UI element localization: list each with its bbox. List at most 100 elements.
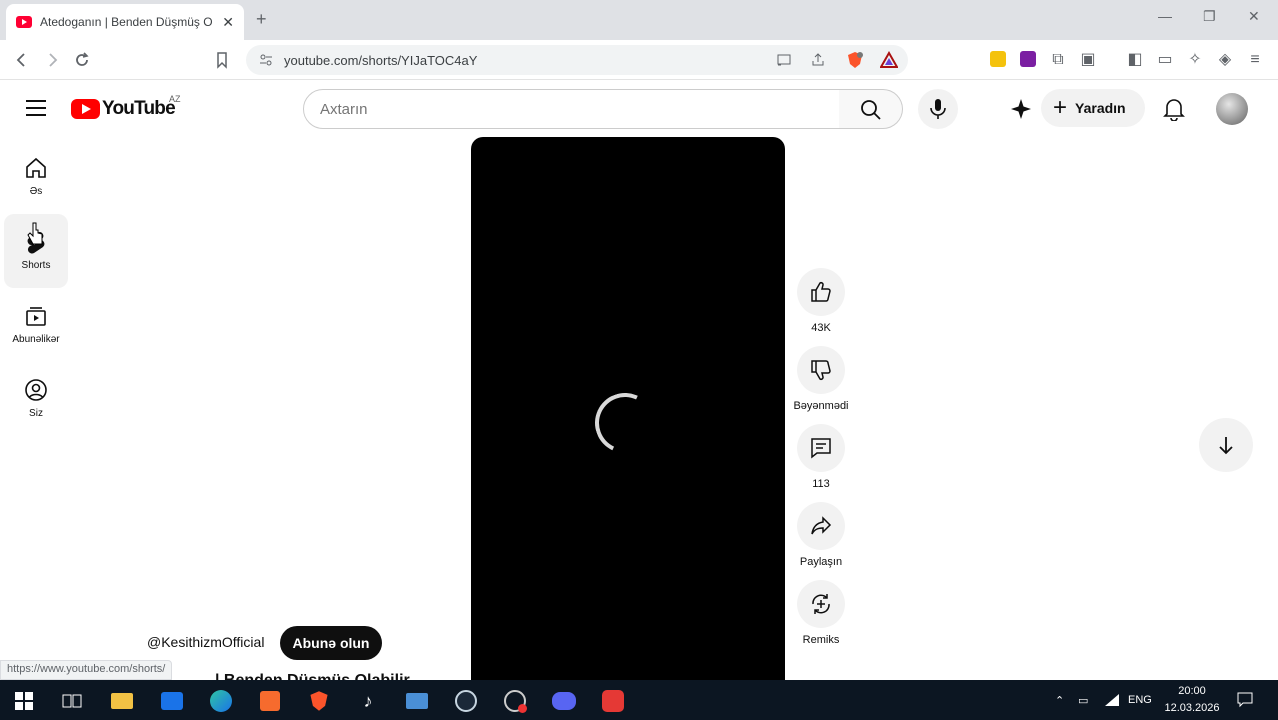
extensions-puzzle-icon[interactable]: ⧉ [1048, 50, 1068, 70]
share-label: Paylaşın [799, 556, 843, 568]
extension-pen-icon[interactable] [990, 51, 1006, 67]
sidebar-item-label: Abunəlikər [12, 334, 60, 345]
address-bar[interactable]: youtube.com/shorts/YIJaTOC4aY [246, 45, 908, 75]
discord-icon[interactable] [549, 686, 579, 716]
leo-ai-icon[interactable]: ✧ [1185, 50, 1205, 70]
extension-box-icon[interactable]: ▣ [1078, 50, 1098, 70]
brave-shields-icon[interactable] [846, 51, 864, 69]
logo-text: YouTube [102, 98, 176, 119]
channel-name[interactable]: @KesithizmOfficial [147, 634, 264, 650]
sidebar-item-label: Shorts [21, 260, 51, 271]
sidebar-item-label: Əs [29, 186, 43, 197]
shorts-video-player[interactable] [471, 137, 785, 697]
speedometer-app-icon[interactable] [500, 686, 530, 716]
browser-tab[interactable]: Atedoganın | Benden Düşmüş Ol... ✕ [6, 4, 244, 40]
mail-icon[interactable] [157, 686, 187, 716]
like-button[interactable]: 43K [790, 268, 852, 346]
mouse-cursor-icon [27, 222, 45, 246]
plus-icon: + [1053, 94, 1068, 121]
language-indicator[interactable]: ENG [1128, 680, 1152, 720]
site-info-icon[interactable] [258, 52, 274, 68]
red-app-icon[interactable] [598, 686, 628, 716]
browser-toolbar: youtube.com/shorts/YIJaTOC4aY ⧉ ▣ ◧ ▭ ✧ … [0, 40, 1278, 80]
youtube-header: YouTube AZ Axtarın + Yaradın [0, 80, 1278, 136]
tab-close-icon[interactable]: ✕ [222, 14, 234, 31]
brave-rewards-icon[interactable] [880, 51, 898, 69]
remix-button[interactable]: Remiks [790, 580, 852, 658]
thumbs-down-icon [811, 360, 831, 381]
subscribe-button[interactable]: Abunə olun [280, 626, 382, 660]
wallet-icon[interactable]: ▭ [1155, 50, 1175, 70]
wifi-icon[interactable] [1104, 680, 1120, 720]
youtube-logo[interactable]: YouTube AZ [71, 94, 181, 120]
cast-icon[interactable] [776, 52, 792, 68]
share-button[interactable]: Paylaşın [790, 502, 852, 580]
forward-icon[interactable] [42, 50, 62, 70]
sidebar-toggle-icon[interactable]: ◧ [1125, 50, 1145, 70]
loading-spinner [586, 384, 664, 462]
remix-icon [812, 594, 830, 614]
next-video-button[interactable] [1199, 418, 1253, 472]
youtube-play-icon [71, 99, 100, 119]
notifications-bell-icon[interactable] [1163, 97, 1185, 121]
ai-sparkle-icon[interactable] [1010, 98, 1032, 120]
file-explorer-icon[interactable] [107, 686, 137, 716]
dislike-button[interactable]: Bəyənmədi [790, 346, 852, 424]
search-button[interactable] [839, 89, 903, 129]
back-icon[interactable] [12, 50, 32, 70]
bookmark-icon[interactable] [212, 50, 232, 70]
minimize-icon[interactable]: — [1158, 8, 1172, 24]
brave-browser-icon[interactable] [304, 686, 334, 716]
voice-search-button[interactable] [918, 89, 958, 129]
mini-guide-sidebar: Əs Shorts Abunəlikər Siz [4, 140, 68, 436]
like-count: 43K [811, 322, 831, 334]
create-label: Yaradın [1075, 100, 1126, 116]
sidebar-item-subscriptions[interactable]: Abunəlikər [4, 288, 68, 362]
window-close-icon[interactable]: ✕ [1248, 8, 1260, 25]
shorts-actions: 43K Bəyənmədi 113 Paylaşın Remiks [790, 268, 852, 658]
windows-taskbar: ♪ ⌃ ▭ ENG 20:00 12.03.2026 [0, 680, 1278, 720]
task-view-icon[interactable] [57, 686, 87, 716]
remix-label: Remiks [802, 634, 840, 646]
sidebar-item-home[interactable]: Əs [4, 140, 68, 214]
steam-icon[interactable] [451, 686, 481, 716]
account-avatar[interactable] [1216, 93, 1248, 125]
mediaplayer-icon[interactable] [402, 686, 432, 716]
reload-icon[interactable] [72, 50, 92, 70]
tab-title: Atedoganın | Benden Düşmüş Ol... [40, 15, 212, 29]
tray-overflow-icon[interactable]: ⌃ [1055, 680, 1064, 720]
notifications-center-icon[interactable] [1237, 680, 1253, 720]
search-icon [861, 100, 881, 120]
status-bar-url: https://www.youtube.com/shorts/ [0, 660, 173, 680]
edge-browser-icon[interactable] [206, 686, 236, 716]
battery-icon[interactable]: ▭ [1078, 680, 1088, 720]
system-clock[interactable]: 20:00 12.03.2026 [1160, 683, 1224, 717]
arrow-down-icon [1219, 437, 1233, 455]
guide-menu-icon[interactable] [26, 100, 46, 116]
office-icon[interactable] [255, 686, 285, 716]
user-circle-icon [25, 379, 47, 401]
mic-icon [930, 99, 946, 119]
search-input[interactable]: Axtarın [303, 89, 840, 129]
url-text: youtube.com/shorts/YIJaTOC4aY [284, 52, 478, 68]
share-page-icon[interactable] [810, 52, 826, 68]
clock-time: 20:00 [1178, 685, 1206, 697]
new-tab-icon[interactable]: + [256, 9, 267, 30]
country-code: AZ [169, 94, 181, 104]
browser-tab-strip: Atedoganın | Benden Düşmüş Ol... ✕ + — ❐… [0, 0, 1278, 40]
extension-purple-icon[interactable] [1020, 51, 1036, 67]
screen: Atedoganın | Benden Düşmüş Ol... ✕ + — ❐… [0, 0, 1278, 720]
windows-start-icon[interactable] [9, 686, 39, 716]
sidebar-item-label: Siz [29, 408, 43, 419]
comment-icon [811, 438, 831, 459]
restore-icon[interactable]: ❐ [1203, 8, 1216, 25]
sidebar-item-you[interactable]: Siz [4, 362, 68, 436]
clock-date: 12.03.2026 [1164, 702, 1220, 714]
browser-menu-icon[interactable]: ≡ [1245, 50, 1265, 70]
comments-button[interactable]: 113 [790, 424, 852, 502]
subscriptions-icon [26, 307, 46, 326]
vpn-icon[interactable]: ◈ [1215, 50, 1235, 70]
create-button[interactable]: + Yaradın [1041, 89, 1145, 127]
youtube-favicon-icon [16, 16, 32, 28]
tiktok-icon[interactable]: ♪ [353, 686, 383, 716]
